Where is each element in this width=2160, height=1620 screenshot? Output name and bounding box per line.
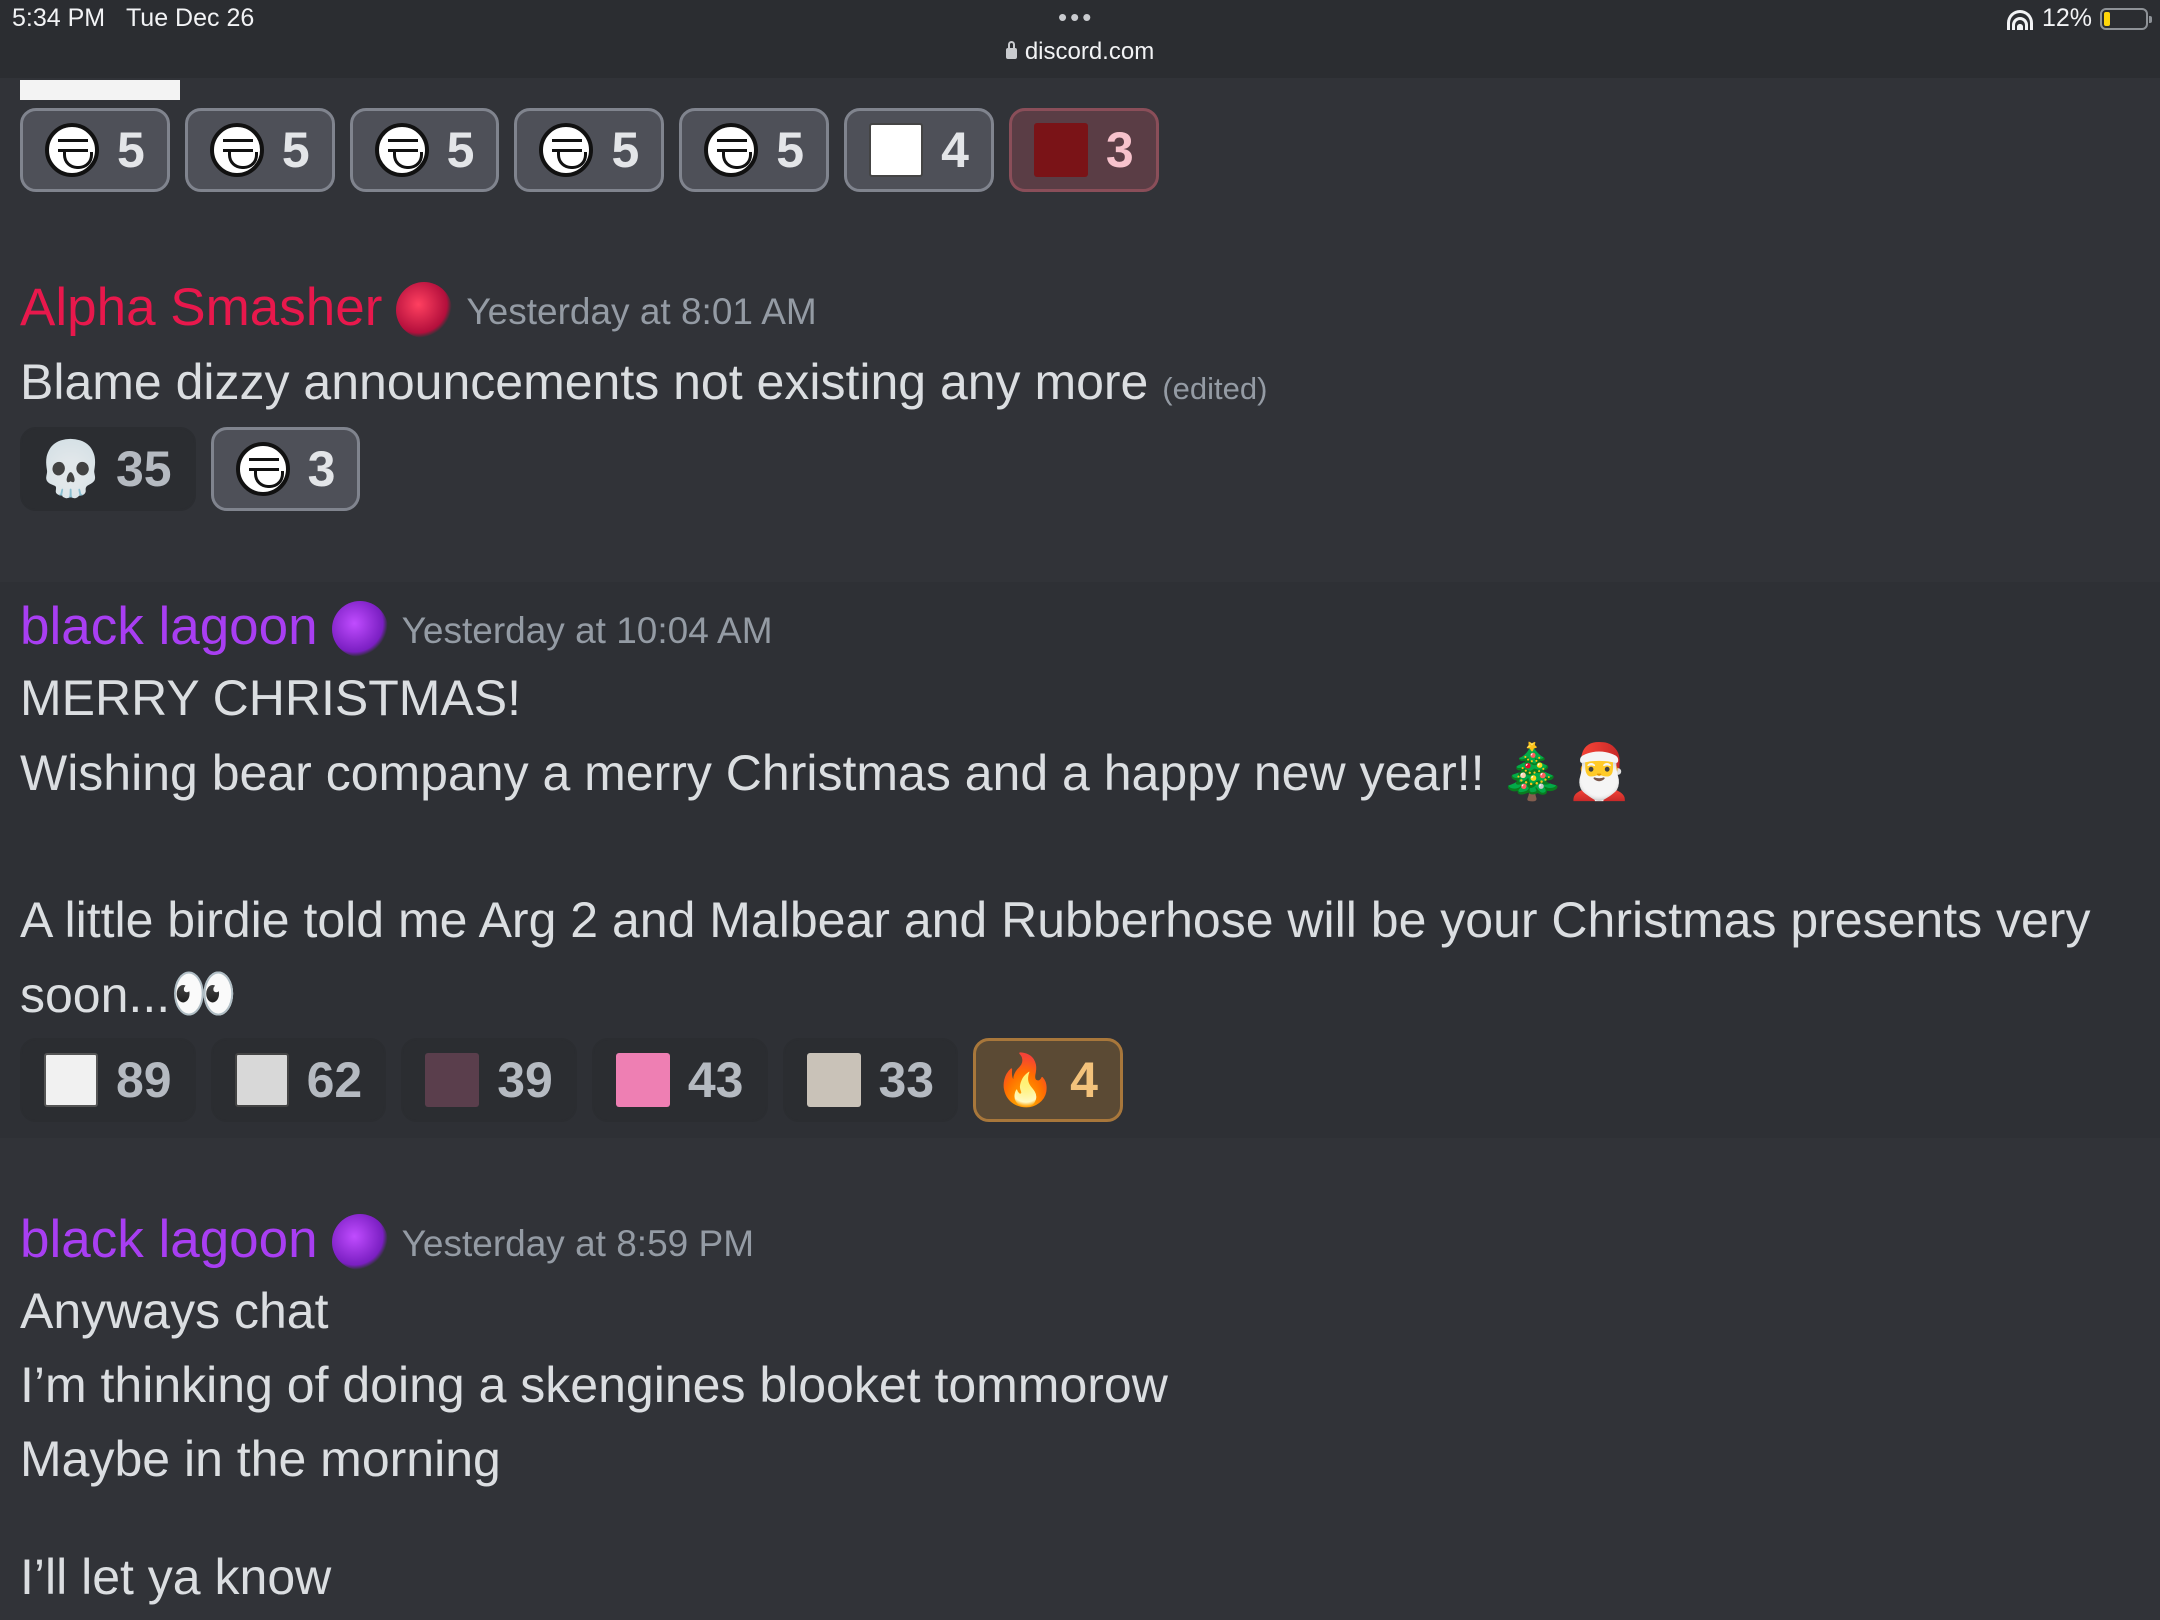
status-date: Tue Dec 26 [125, 4, 255, 32]
message-line: A little birdie told me Arg 2 and Malbea… [20, 892, 2091, 948]
lock-icon [1005, 41, 1017, 59]
message-line: Anyways chat [20, 1283, 329, 1339]
skull-icon: 💀 [37, 439, 105, 499]
reaction-button[interactable]: 5 [349, 108, 500, 192]
reaction-count: 4 [941, 122, 969, 178]
reaction-button[interactable]: 4 [844, 108, 994, 192]
reaction-button[interactable]: 3 [210, 427, 361, 511]
message-header: Alpha Smasher Yesterday at 8:01 AM [20, 278, 817, 338]
staring-face-icon [806, 1053, 861, 1107]
wifi-icon [2006, 8, 2034, 30]
reaction-button[interactable]: 🔥 4 [973, 1038, 1123, 1122]
troll-face-icon [45, 123, 99, 177]
status-indicators: 12% [2006, 4, 2152, 33]
battery-percent: 12% [2041, 4, 2092, 32]
reaction-button[interactable]: 39 [401, 1038, 577, 1122]
reaction-button[interactable]: 33 [782, 1038, 959, 1122]
message-header: black lagoon Yesterday at 10:04 AM [20, 597, 773, 657]
pink-grin-face-icon [615, 1053, 670, 1107]
message-line: MERRY CHRISTMAS! [20, 670, 522, 726]
reaction-count: 5 [281, 122, 310, 178]
reaction-count: 5 [776, 122, 805, 178]
role-icon [331, 601, 388, 657]
reaction-count: 5 [446, 122, 475, 178]
reaction-button[interactable]: 43 [591, 1038, 768, 1122]
username[interactable]: black lagoon [20, 597, 318, 657]
browser-menu-dots[interactable]: ••• [1058, 2, 1094, 33]
troll-face-icon [235, 442, 290, 496]
reaction-button[interactable]: 89 [20, 1038, 196, 1122]
reaction-count: 3 [307, 441, 336, 497]
fire-icon: 🔥 [994, 1052, 1057, 1108]
christmas-tree-icon: 🎄 [1498, 742, 1566, 802]
reaction-row: 💀 35 3 [20, 427, 361, 511]
address-bar[interactable]: discord.com [0, 38, 2160, 66]
reaction-count: 3 [1105, 122, 1134, 178]
message-line: I’m thinking of doing a skengines blooke… [20, 1357, 1168, 1413]
message-content: Blame dizzy announcements not existing a… [20, 354, 1268, 410]
stick-figure-icon [869, 123, 924, 177]
santa-hat-meme-icon [425, 1053, 480, 1107]
reaction-row: 5 5 5 5 5 4 3 [20, 108, 1159, 192]
reaction-button[interactable]: 5 [679, 108, 830, 192]
are-they-fr-meme-icon [234, 1053, 289, 1107]
troll-face-icon [539, 123, 594, 177]
message-timestamp[interactable]: Yesterday at 8:59 PM [402, 1218, 754, 1270]
reaction-count: 62 [306, 1052, 363, 1108]
reaction-count: 39 [497, 1052, 553, 1108]
message-line: Wishing bear company a merry Christmas a… [20, 742, 1633, 802]
role-icon [396, 282, 453, 338]
troll-face-icon [374, 123, 429, 177]
red-anime-face-icon [1033, 123, 1088, 177]
reaction-count: 5 [611, 122, 640, 178]
reaction-button[interactable]: 3 [1008, 108, 1159, 192]
role-icon [331, 1214, 388, 1270]
browser-status-bar: 5:34 PM Tue Dec 26 ••• discord.com 12% [0, 0, 2160, 78]
username[interactable]: black lagoon [20, 1210, 318, 1270]
troll-face-icon [209, 123, 264, 177]
url-text: discord.com [1024, 38, 1155, 65]
reaction-count: 89 [116, 1052, 172, 1108]
reaction-count: 5 [117, 122, 145, 178]
reaction-count: 35 [116, 441, 172, 497]
message-image-attachment[interactable] [20, 80, 180, 100]
status-time: 5:34 PM Tue Dec 26 [12, 4, 255, 32]
username[interactable]: Alpha Smasher [20, 278, 382, 338]
message-timestamp[interactable]: Yesterday at 8:01 AM [466, 286, 816, 338]
reaction-button[interactable]: 5 [514, 108, 665, 192]
reaction-count: 43 [687, 1052, 744, 1108]
meme-reaction-icon [44, 1053, 98, 1107]
reaction-button[interactable]: 62 [210, 1038, 387, 1122]
message-line: I’ll let ya know [20, 1549, 332, 1605]
troll-face-icon [704, 123, 759, 177]
santa-icon: 🎅 [1565, 742, 1633, 802]
reaction-row: 89 62 39 43 33 🔥 4 [20, 1038, 1123, 1122]
battery-icon [2100, 7, 2152, 30]
reaction-count: 4 [1070, 1052, 1098, 1108]
reaction-button[interactable]: 5 [20, 108, 170, 192]
eyes-icon: 👀 [170, 964, 238, 1024]
message-timestamp[interactable]: Yesterday at 10:04 AM [402, 605, 773, 657]
reaction-button[interactable]: 💀 35 [20, 427, 196, 511]
message-header: black lagoon Yesterday at 8:59 PM [20, 1210, 754, 1270]
message-line: Maybe in the morning [20, 1431, 501, 1487]
message-line: soon...👀 [20, 964, 238, 1024]
reaction-button[interactable]: 5 [184, 108, 335, 192]
reaction-count: 33 [878, 1052, 935, 1108]
edited-tag: (edited) [1162, 371, 1268, 406]
